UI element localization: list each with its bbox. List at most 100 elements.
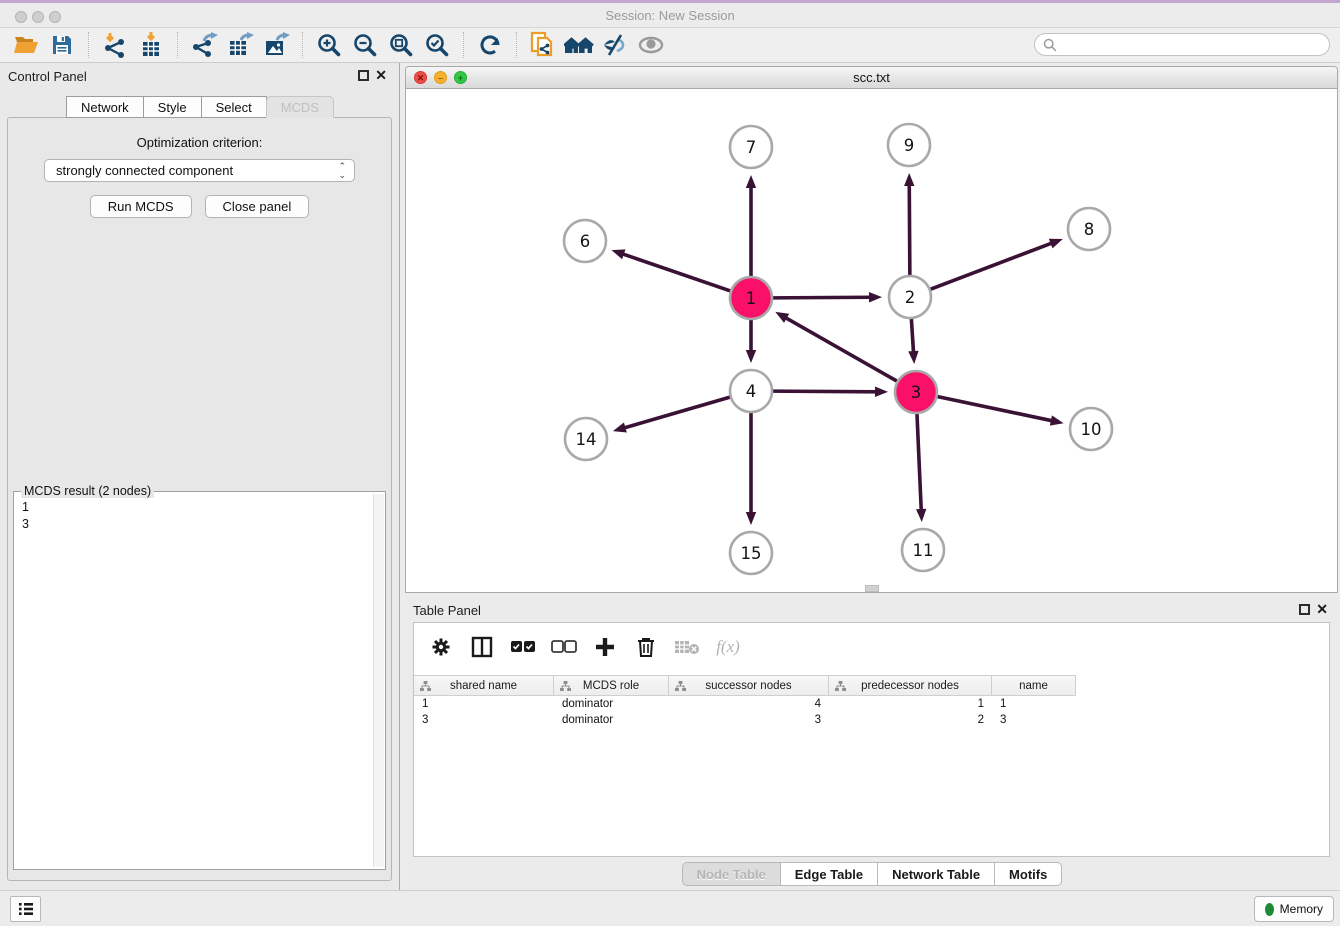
table-cell[interactable]: 2 <box>829 713 992 729</box>
tab-select[interactable]: Select <box>201 96 267 118</box>
mcds-result-list[interactable]: 13 <box>14 495 372 869</box>
graph-node-8[interactable]: 8 <box>1068 208 1110 250</box>
graph-edge-4-3[interactable] <box>772 387 888 397</box>
toggle-label-visibility-button[interactable] <box>597 30 633 60</box>
graph-node-label: 15 <box>741 544 762 563</box>
open-session-button[interactable] <box>8 30 44 60</box>
float-panel-icon[interactable] <box>1299 604 1310 615</box>
table-row[interactable]: 1dominator411 <box>414 697 1329 713</box>
tab-edge-table[interactable]: Edge Table <box>780 862 878 886</box>
show-hide-graphics-button[interactable] <box>633 30 669 60</box>
graph-node-2[interactable]: 2 <box>889 276 931 318</box>
graph-edge-2-3[interactable] <box>908 318 918 364</box>
graph-node-10[interactable]: 10 <box>1070 408 1112 450</box>
memory-button[interactable]: Memory <box>1254 896 1334 922</box>
zoom-fit-button[interactable] <box>383 30 419 60</box>
import-table-button[interactable] <box>133 30 169 60</box>
delete-table-button[interactable] <box>674 634 700 660</box>
close-panel-icon[interactable]: ✕ <box>375 67 387 83</box>
tab-network-table[interactable]: Network Table <box>877 862 995 886</box>
export-network-button[interactable] <box>186 30 222 60</box>
table-cell[interactable]: 3 <box>992 713 1076 729</box>
table-cell[interactable]: 3 <box>669 713 829 729</box>
tab-motifs[interactable]: Motifs <box>994 862 1062 886</box>
search-input[interactable] <box>1062 38 1321 52</box>
export-image-button[interactable] <box>258 30 294 60</box>
add-column-button[interactable] <box>592 634 618 660</box>
run-mcds-button[interactable]: Run MCDS <box>90 195 192 218</box>
edge-arrowhead-icon <box>916 509 926 522</box>
select-all-button[interactable] <box>510 634 536 660</box>
graph-node-label: 6 <box>580 232 591 251</box>
graph-edge-1-2[interactable] <box>772 292 882 302</box>
table-cell[interactable]: 1 <box>414 697 554 713</box>
column-header-predecessor-nodes[interactable]: predecessor nodes <box>829 676 992 695</box>
graph-edge-3-1[interactable] <box>775 312 897 382</box>
network-window-titlebar[interactable]: ✕ – + scc.txt <box>406 67 1337 89</box>
column-header-label: predecessor nodes <box>861 680 959 692</box>
attribute-tree-icon <box>835 681 846 692</box>
mcds-tab-content: Optimization criterion: strongly connect… <box>7 117 392 881</box>
import-network-button[interactable] <box>97 30 133 60</box>
zoom-fit-icon <box>388 32 414 58</box>
table-cell[interactable]: 1 <box>829 697 992 713</box>
zoom-selected-button[interactable] <box>419 30 455 60</box>
tab-network[interactable]: Network <box>66 96 144 118</box>
optimization-criterion-select[interactable]: strongly connected component ⌃⌄ <box>44 159 355 182</box>
graph-edge-1-4[interactable] <box>746 319 756 363</box>
graph-edge-2-9[interactable] <box>904 173 914 276</box>
graph-node-3[interactable]: 3 <box>895 371 937 413</box>
graph-node-label: 3 <box>911 383 922 402</box>
function-builder-button[interactable]: f(x) <box>715 634 741 660</box>
graph-edge-1-7[interactable] <box>746 175 756 277</box>
checked-boxes-icon <box>510 640 536 654</box>
table-row[interactable]: 3dominator323 <box>414 713 1329 729</box>
graph-edge-2-8[interactable] <box>930 239 1063 290</box>
search-box[interactable] <box>1034 33 1330 56</box>
deselect-all-button[interactable] <box>551 634 577 660</box>
tab-node-table[interactable]: Node Table <box>682 862 781 886</box>
tab-mcds[interactable]: MCDS <box>266 96 334 118</box>
graph-edge-3-10[interactable] <box>937 396 1064 425</box>
mcds-result-scrollbar[interactable] <box>373 494 384 867</box>
graph-edge-3-11[interactable] <box>916 413 926 522</box>
graph-node-9[interactable]: 9 <box>888 124 930 166</box>
column-header-successor-nodes[interactable]: successor nodes <box>669 676 829 695</box>
zoom-in-button[interactable] <box>311 30 347 60</box>
task-history-button[interactable] <box>10 896 41 922</box>
export-table-button[interactable] <box>222 30 258 60</box>
network-resize-grip[interactable] <box>865 585 879 592</box>
graph-node-1[interactable]: 1 <box>730 277 772 319</box>
clone-network-button[interactable] <box>525 30 561 60</box>
table-cell[interactable]: 4 <box>669 697 829 713</box>
column-header-shared-name[interactable]: shared name <box>414 676 554 695</box>
column-header-name[interactable]: name <box>992 676 1076 695</box>
table-cell[interactable]: 1 <box>992 697 1076 713</box>
graph-node-6[interactable]: 6 <box>564 220 606 262</box>
float-panel-icon[interactable] <box>358 70 369 81</box>
network-canvas[interactable]: 7 9 6 8 1 2 4 3 14 10 15 11 <box>406 90 1337 592</box>
table-settings-button[interactable] <box>428 634 454 660</box>
show-column-button[interactable] <box>469 634 495 660</box>
close-panel-button[interactable]: Close panel <box>205 195 310 218</box>
delete-column-button[interactable] <box>633 634 659 660</box>
show-all-networks-button[interactable] <box>561 30 597 60</box>
column-header-MCDS-role[interactable]: MCDS role <box>554 676 669 695</box>
graph-node-11[interactable]: 11 <box>902 529 944 571</box>
close-panel-icon[interactable]: ✕ <box>1316 601 1328 617</box>
table-cell[interactable]: dominator <box>554 697 669 713</box>
table-cell[interactable]: dominator <box>554 713 669 729</box>
graph-node-15[interactable]: 15 <box>730 532 772 574</box>
graph-edge-1-6[interactable] <box>611 249 731 291</box>
tab-style[interactable]: Style <box>143 96 202 118</box>
graph-node-14[interactable]: 14 <box>565 418 607 460</box>
graph-edge-4-14[interactable] <box>613 397 731 433</box>
graph-node-4[interactable]: 4 <box>730 370 772 412</box>
graph-edge-4-15[interactable] <box>746 412 756 525</box>
save-session-button[interactable] <box>44 30 80 60</box>
graph-node-7[interactable]: 7 <box>730 126 772 168</box>
optimization-criterion-value: strongly connected component <box>56 163 233 178</box>
refresh-layout-button[interactable] <box>472 30 508 60</box>
zoom-out-button[interactable] <box>347 30 383 60</box>
table-cell[interactable]: 3 <box>414 713 554 729</box>
